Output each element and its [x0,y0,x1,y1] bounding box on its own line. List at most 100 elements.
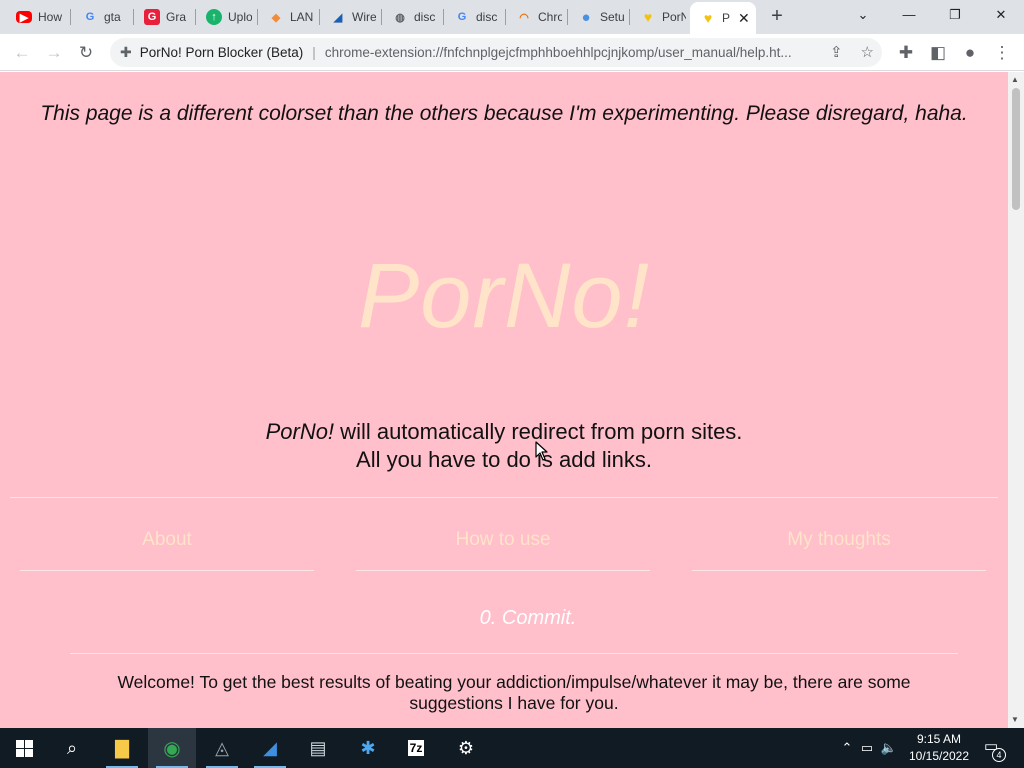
unity-icon: ◬ [215,737,229,758]
chrome-rainbow-icon: ◠ [519,11,529,24]
notification-count-badge: 4 [992,748,1006,762]
tab-3[interactable]: ↑ Uplo [192,4,254,30]
windows-logo-icon [15,739,33,757]
forward-button[interactable]: → [40,39,68,67]
heart-icon: ♥ [703,10,713,26]
tab-8[interactable]: ◠ Chro [502,4,564,30]
network-icon[interactable]: ▭ [856,740,878,756]
system-tray: ⌃ ▭ 🔈 [838,728,900,768]
experiment-notice: This page is a different colorset than t… [40,102,968,125]
close-tab-icon[interactable]: ✕ [738,10,750,27]
clock-date: 10/15/2022 [908,749,970,763]
tab-search-button[interactable]: ⌄ [840,4,886,28]
extension-puzzle-icon: ✚ [120,44,132,60]
tagline-brand: PorNo! [265,419,335,444]
side-panel-icon[interactable]: ◧ [924,39,952,67]
site-logo: PorNo! [357,245,651,347]
start-button[interactable] [0,728,48,768]
notepad-icon: ▤ [309,737,327,758]
section-divider [70,653,958,654]
mouse-cursor-icon [535,441,548,461]
folder-icon: ▇ [115,737,129,758]
taskbar-settings[interactable]: ⚙ [442,728,490,768]
lan-icon: ◆ [271,11,281,24]
tab-6[interactable]: ◍ disc [378,4,440,30]
browser-toolbar: ← → ↻ ✚ PorNo! Porn Blocker (Beta) | chr… [0,34,1024,71]
tab-title: LAN [290,10,314,24]
taskbar-network-tool[interactable]: ✱ [344,728,392,768]
tab-title: disc [414,10,436,24]
youtube-icon: ▶ [16,11,32,24]
taskbar-chrome[interactable]: ◉ [148,728,196,768]
scroll-down-arrow-icon[interactable]: ▼ [1011,715,1019,724]
back-button[interactable]: ← [8,39,36,67]
globe-icon: ◍ [395,11,405,24]
tab-2[interactable]: G Gra [130,4,192,30]
clock-time: 9:15 AM [916,732,962,746]
section-title: 0. Commit. [479,607,577,629]
address-bar[interactable]: ✚ PorNo! Porn Blocker (Beta) | chrome-ex… [110,38,882,67]
welcome-text: Welcome! To get the best results of beat… [117,672,911,713]
tab-title: Setu [600,10,624,24]
nav-my-thoughts-underline [692,570,986,571]
nav-my-thoughts[interactable]: My thoughts [692,529,986,551]
tab-4[interactable]: ◆ LAN [254,4,316,30]
grammarly-icon: G [144,9,160,25]
nav-about-underline [20,570,314,571]
share-icon[interactable]: ⇪ [830,43,843,61]
taskbar-unity[interactable]: ◬ [198,728,246,768]
profile-avatar-icon[interactable]: ● [956,39,984,67]
tab-title: disc [476,10,498,24]
tab-1[interactable]: G gta [68,4,130,30]
wireshark-icon: ◢ [333,11,343,24]
divider [10,497,998,498]
tab-9[interactable]: ● Setu [564,4,626,30]
url-text: chrome-extension://fnfchnplgejcfmphhboeh… [324,45,792,60]
tab-active[interactable]: ♥ P ✕ [690,2,756,34]
taskbar-7zip[interactable]: 7z [392,728,440,768]
site-name: PorNo! Porn Blocker (Beta) [139,45,304,60]
tagline: PorNo! will automatically redirect from … [0,418,1008,474]
tab-7[interactable]: G disc [440,4,502,30]
windows-taskbar: ⌕ ▇ ◉ ◬ ◢ ▤ ✱ 7z ⚙ ⌃ ▭ 🔈 9:15 AM 10/15/2… [0,728,1024,768]
nav-how-to-use[interactable]: How to use [356,529,650,551]
page-scrollbar[interactable]: ▲ ▼ [1008,72,1024,728]
tab-0[interactable]: ▶ How [0,4,62,30]
chrome-icon: ◉ [163,737,181,760]
tab-title: Wire [352,10,376,24]
taskbar-file-explorer[interactable]: ▇ [98,728,146,768]
menu-kebab-icon[interactable]: ⋮ [988,39,1016,67]
system-clock[interactable]: 9:15 AM 10/15/2022 [896,731,982,765]
google-icon: G [457,11,467,23]
taskbar-wireshark[interactable]: ◢ [246,728,294,768]
google-icon: G [85,11,95,23]
extensions-icon[interactable]: ✚ [892,39,920,67]
taskbar-notepad[interactable]: ▤ [294,728,342,768]
scroll-up-arrow-icon[interactable]: ▲ [1011,75,1019,84]
7zip-icon: 7z [407,740,425,756]
network-tool-icon: ✱ [360,737,376,758]
tab-strip: ▶ How G gta G Gra ↑ Uplo ◆ LAN ◢ Wire ◍ … [0,0,1024,34]
bookmark-star-icon[interactable]: ☆ [861,43,874,61]
heart-icon: ♥ [643,9,653,25]
tagline-line2: All you have to do is add links. [356,447,652,472]
tab-10[interactable]: ♥ PorN [626,4,688,30]
nav-how-to-use-underline [356,570,650,571]
reload-button[interactable]: ↻ [72,39,100,67]
page-content: This page is a different colorset than t… [0,72,1008,728]
upload-icon: ↑ [206,9,222,25]
scroll-thumb[interactable] [1012,88,1020,210]
gear-icon: ⚙ [457,737,475,758]
tab-5[interactable]: ◢ Wire [316,4,378,30]
close-window-button[interactable]: ✕ [978,4,1024,28]
tab-title: Uplo [228,10,252,24]
tab-title: How [38,10,62,24]
nav-about[interactable]: About [20,529,314,551]
chevron-up-icon[interactable]: ⌃ [838,740,856,756]
minimize-button[interactable]: — [886,4,932,28]
tab-title: gta [104,10,121,24]
omnibox-divider: | [312,45,316,60]
new-tab-button[interactable]: + [766,6,788,28]
restore-button[interactable]: ❐ [932,4,978,28]
search-button[interactable]: ⌕ [48,728,96,768]
